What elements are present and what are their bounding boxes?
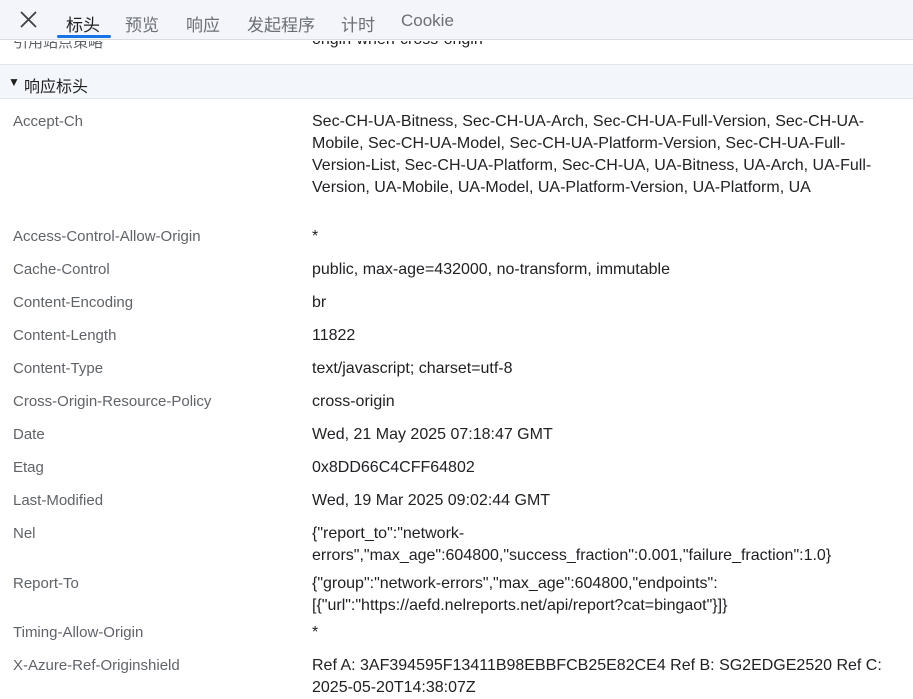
header-value: Sec-CH-UA-Bitness, Sec-CH-UA-Arch, Sec-C… bbox=[312, 113, 872, 196]
active-tab-indicator bbox=[57, 35, 111, 38]
header-value: Wed, 19 Mar 2025 09:02:44 GMT bbox=[312, 492, 551, 509]
tab-initiator[interactable]: 发起程序 bbox=[247, 11, 315, 36]
response-headers-section[interactable]: ▼ 响应标头 bbox=[0, 64, 913, 99]
header-value: * bbox=[312, 624, 319, 641]
header-value: 11822 bbox=[312, 327, 356, 344]
header-name: Timing-Allow-Origin bbox=[13, 624, 144, 641]
header-name: Cache-Control bbox=[13, 261, 110, 278]
tab-preview[interactable]: 预览 bbox=[125, 11, 159, 36]
header-value: public, max-age=432000, no-transform, im… bbox=[312, 261, 670, 278]
header-name: Accept-Ch bbox=[13, 113, 84, 130]
header-value: cross-origin bbox=[312, 393, 395, 410]
header-value: origin-when-cross-origin bbox=[312, 41, 483, 49]
header-name: Etag bbox=[13, 459, 44, 476]
header-name: Report-To bbox=[13, 575, 79, 592]
header-row-referrer-policy: 引用站点策略 origin-when-cross-origin bbox=[0, 41, 913, 63]
tab-response[interactable]: 响应 bbox=[186, 11, 220, 36]
header-name: Access-Control-Allow-Origin bbox=[13, 228, 201, 245]
tab-timing[interactable]: 计时 bbox=[341, 11, 375, 36]
header-value: Wed, 21 May 2025 07:18:47 GMT bbox=[312, 426, 553, 443]
header-name: Last-Modified bbox=[13, 492, 104, 509]
header-name: Content-Type bbox=[13, 360, 104, 377]
header-value: Ref A: 3AF394595F13411B98EBBFCB25E82CE4 … bbox=[312, 657, 882, 696]
header-name: X-Azure-Ref-Originshield bbox=[13, 657, 180, 674]
header-value: {"group":"network-errors","max_age":6048… bbox=[312, 575, 728, 614]
triangle-down-icon[interactable]: ▼ bbox=[8, 75, 20, 89]
section-title: 响应标头 bbox=[24, 79, 89, 96]
header-name: Cross-Origin-Resource-Policy bbox=[13, 393, 212, 410]
header-name: Nel bbox=[13, 525, 36, 542]
header-name: Date bbox=[13, 426, 45, 443]
header-name: 引用站点策略 bbox=[13, 41, 104, 51]
tab-cookies[interactable]: Cookie bbox=[401, 11, 454, 31]
header-value: 0x8DD66C4CFF64802 bbox=[312, 459, 475, 476]
header-name: Content-Length bbox=[13, 327, 117, 344]
close-icon[interactable] bbox=[17, 8, 41, 32]
header-name: Content-Encoding bbox=[13, 294, 134, 311]
header-value: text/javascript; charset=utf-8 bbox=[312, 360, 513, 377]
header-value: * bbox=[312, 228, 319, 245]
header-value: br bbox=[312, 294, 327, 311]
tab-bar: 标头 预览 响应 发起程序 计时 Cookie bbox=[0, 0, 913, 40]
header-value: {"report_to":"network-errors","max_age":… bbox=[312, 525, 832, 564]
tab-headers[interactable]: 标头 bbox=[66, 11, 100, 36]
